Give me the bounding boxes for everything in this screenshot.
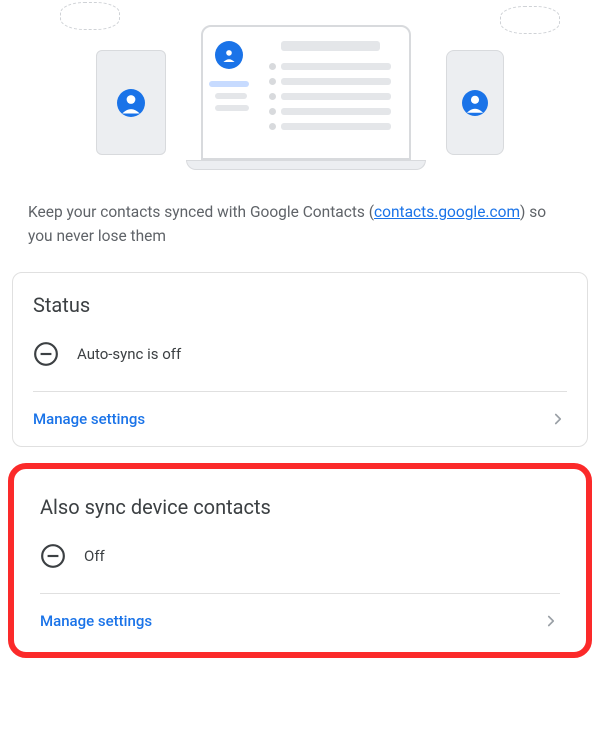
sync-illustration [0,0,600,180]
status-card-title: Status [13,273,587,333]
manage-device-settings-label: Manage settings [40,612,152,630]
phone-device-graphic [446,50,504,155]
status-off-icon [40,543,66,569]
contacts-web-link[interactable]: contacts.google.com [374,203,520,221]
contacts-avatar-icon [215,41,243,69]
highlighted-section: Also sync device contacts Off Manage set… [8,463,592,658]
device-status-text: Off [84,547,105,565]
manage-device-settings-button[interactable]: Manage settings [20,594,580,648]
device-contacts-card: Also sync device contacts Off Manage set… [20,475,580,648]
description-prefix: Keep your contacts synced with Google Co… [28,203,374,221]
manage-settings-label: Manage settings [33,410,145,428]
tablet-device-graphic [96,50,166,155]
status-text: Auto-sync is off [77,345,181,363]
status-card: Status Auto-sync is off Manage settings [12,272,588,447]
contacts-avatar-icon [462,90,488,116]
contacts-avatar-icon [117,89,145,117]
manage-settings-button[interactable]: Manage settings [13,392,587,446]
sync-description: Keep your contacts synced with Google Co… [0,180,600,264]
device-contacts-title: Also sync device contacts [20,475,580,535]
chevron-right-icon [542,612,560,630]
chevron-right-icon [549,410,567,428]
laptop-device-graphic [186,25,426,170]
status-off-icon [33,341,59,367]
status-row: Auto-sync is off [13,333,587,391]
device-status-row: Off [20,535,580,593]
